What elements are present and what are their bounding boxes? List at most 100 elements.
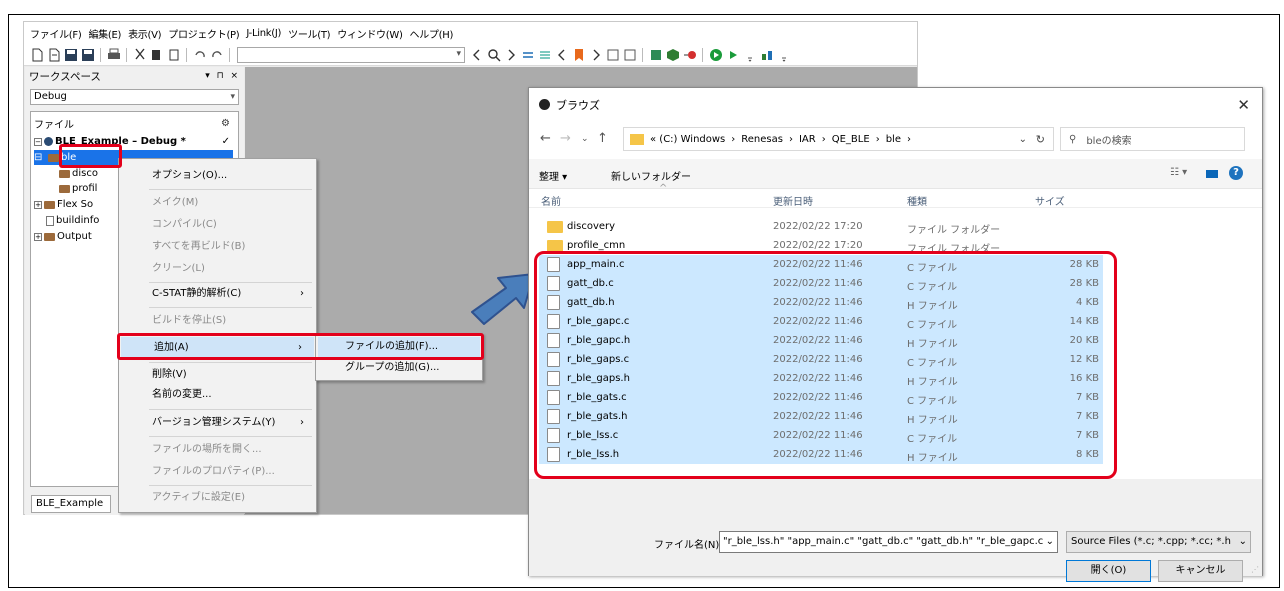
column-date[interactable]: 更新日時: [773, 193, 813, 208]
list-item-file[interactable]: gatt_db.c 2022/02/22 11:46 C ファイル 28 KB: [539, 274, 1103, 293]
debug-no-download-icon[interactable]: [726, 48, 740, 62]
forward-icon[interactable]: [504, 48, 518, 62]
tree-item-output[interactable]: + Output: [34, 229, 92, 244]
menu-help[interactable]: ヘルプ(H): [410, 26, 454, 41]
list-item-file[interactable]: r_ble_gaps.h 2022/02/22 11:46 H ファイル 16 KB: [539, 369, 1103, 388]
print-icon[interactable]: [107, 48, 121, 62]
menu-item-delete[interactable]: 削除(V): [119, 364, 316, 386]
close-icon[interactable]: ✕: [1237, 96, 1250, 114]
address-bar[interactable]: « (C:) Windows › Renesas › IAR › QE_BLE …: [623, 127, 1054, 151]
menu-item-cstat[interactable]: C-STAT静的解析(C) ›: [119, 283, 316, 305]
expand-icon[interactable]: +: [34, 232, 42, 241]
new-file-icon[interactable]: [30, 48, 44, 62]
build-icon[interactable]: [649, 48, 663, 62]
expand-icon[interactable]: +: [34, 200, 42, 209]
save-all-icon[interactable]: [81, 48, 95, 62]
menu-item-set-active[interactable]: アクティブに設定(E): [119, 487, 316, 509]
back-icon[interactable]: [555, 48, 569, 62]
navigate-icon[interactable]: [538, 48, 552, 62]
menu-tools[interactable]: ツール(T): [288, 26, 330, 41]
stop-build-icon[interactable]: [666, 48, 680, 62]
list-item-folder[interactable]: discovery 2022/02/22 17:20 ファイル フォルダー: [539, 217, 1103, 236]
menu-item-version-control[interactable]: バージョン管理システム(Y) ›: [119, 412, 316, 434]
menu-item-options[interactable]: オプション(O)...: [119, 165, 316, 187]
list-item-file[interactable]: r_ble_gapc.h 2022/02/22 11:46 H ファイル 20 KB: [539, 331, 1103, 350]
view-options-icon[interactable]: ☷ ▾: [1170, 167, 1187, 178]
chevron-down-icon[interactable]: ⌄: [1019, 134, 1027, 145]
forward-icon[interactable]: [589, 48, 603, 62]
filetype-select[interactable]: Source Files (*.c; *.cpp; *.cc; *.h ⌄: [1066, 531, 1251, 553]
undo-icon[interactable]: [193, 48, 207, 62]
breadcrumb-qe-ble[interactable]: QE_BLE: [832, 134, 870, 145]
new-folder-button[interactable]: 新しいフォルダー: [611, 168, 691, 183]
paste-icon[interactable]: [167, 48, 181, 62]
tree-item-profile[interactable]: profil: [59, 181, 97, 196]
breadcrumb-renesas[interactable]: Renesas: [741, 134, 783, 145]
menu-item-add-group[interactable]: グループの追加(G)...: [318, 358, 480, 378]
list-item-file[interactable]: r_ble_gaps.c 2022/02/22 11:46 C ファイル 12 KB: [539, 350, 1103, 369]
breadcrumb-iar[interactable]: IAR: [799, 134, 816, 145]
column-name[interactable]: 名前: [541, 193, 561, 208]
search-icon[interactable]: [487, 48, 501, 62]
breakpoint-icon[interactable]: [683, 48, 697, 62]
column-size[interactable]: サイズ: [1035, 193, 1065, 208]
help-icon[interactable]: ?: [1229, 166, 1243, 180]
compile-icon[interactable]: [606, 48, 620, 62]
up-arrow-icon[interactable]: ↑: [597, 131, 608, 146]
tree-item-flex[interactable]: + Flex So: [34, 197, 93, 212]
tab-workspace[interactable]: BLE_Example: [31, 495, 111, 513]
cut-icon[interactable]: [133, 48, 147, 62]
column-type[interactable]: 種類: [907, 193, 927, 208]
preview-pane-icon[interactable]: [1206, 170, 1218, 178]
make-icon[interactable]: [623, 48, 637, 62]
menu-item-open-location[interactable]: ファイルの場所を開く...: [119, 439, 316, 461]
menu-item-file-properties[interactable]: ファイルのプロパティ(P)...: [119, 461, 316, 483]
open-button[interactable]: 開く(O): [1066, 560, 1151, 582]
refresh-icon[interactable]: ↻: [1036, 133, 1045, 146]
goto-icon[interactable]: [521, 48, 535, 62]
chevron-down-icon[interactable]: ⌄: [1046, 532, 1054, 552]
toolbar-options-icon[interactable]: [743, 48, 757, 62]
menu-edit[interactable]: 編集(E): [88, 26, 121, 41]
menu-item-add[interactable]: 追加(A) ›: [121, 337, 314, 359]
menu-item-rebuild-all[interactable]: すべてを再ビルド(B): [119, 236, 316, 258]
list-item-file[interactable]: app_main.c 2022/02/22 11:46 C ファイル 28 KB: [539, 255, 1103, 274]
copy-icon[interactable]: [150, 48, 164, 62]
panel-controls-icon[interactable]: ▾ ⊓ ×: [205, 71, 240, 81]
recent-dropdown-icon[interactable]: ⌄: [581, 134, 589, 144]
list-item-file[interactable]: r_ble_gapc.c 2022/02/22 11:46 C ファイル 14 KB: [539, 312, 1103, 331]
toolbar-options-icon[interactable]: [777, 48, 791, 62]
list-item-file[interactable]: r_ble_gats.c 2022/02/22 11:46 C ファイル 7 KB: [539, 388, 1103, 407]
filename-input[interactable]: "r_ble_lss.h" "app_main.c" "gatt_db.c" "…: [719, 531, 1058, 553]
list-item-file[interactable]: r_ble_gats.h 2022/02/22 11:46 H ファイル 7 KB: [539, 407, 1103, 426]
menu-item-add-file[interactable]: ファイルの追加(F)...: [318, 337, 480, 357]
configuration-select[interactable]: Debug ▾: [30, 89, 239, 105]
menu-jlink[interactable]: J-Link(J): [246, 28, 281, 39]
menu-item-rename[interactable]: 名前の変更...: [119, 384, 316, 406]
gear-icon[interactable]: ⚙: [221, 118, 230, 129]
tree-item-discovery[interactable]: disco: [59, 166, 98, 181]
menu-window[interactable]: ウィンドウ(W): [337, 26, 403, 41]
breadcrumb-root[interactable]: « (C:) Windows: [650, 134, 725, 145]
find-combo[interactable]: [237, 46, 465, 63]
menu-item-clean[interactable]: クリーン(L): [119, 258, 316, 280]
collapse-icon[interactable]: −: [34, 137, 42, 146]
download-debug-icon[interactable]: [709, 48, 723, 62]
tree-item-project[interactable]: − BLE_Example – Debug * ✓: [34, 134, 234, 149]
layout-icon[interactable]: [760, 48, 774, 62]
cancel-button[interactable]: キャンセル: [1158, 560, 1243, 582]
menu-project[interactable]: プロジェクト(P): [168, 26, 239, 41]
menu-item-stop-build[interactable]: ビルドを停止(S): [119, 310, 316, 332]
new-workspace-icon[interactable]: [47, 48, 61, 62]
search-box[interactable]: ⚲ bleの検索: [1060, 127, 1245, 151]
list-item-file[interactable]: r_ble_lss.c 2022/02/22 11:46 C ファイル 7 KB: [539, 426, 1103, 445]
back-arrow-icon[interactable]: ←: [540, 131, 551, 146]
list-item-file[interactable]: r_ble_lss.h 2022/02/22 11:46 H ファイル 8 KB: [539, 445, 1103, 464]
menu-item-compile[interactable]: コンパイル(C): [119, 214, 316, 236]
list-item-folder[interactable]: profile_cmn 2022/02/22 17:20 ファイル フォルダー: [539, 236, 1103, 255]
menu-file[interactable]: ファイル(F): [30, 26, 82, 41]
save-icon[interactable]: [64, 48, 78, 62]
resize-grip-icon[interactable]: ⋰: [1251, 565, 1259, 574]
tree-item-buildinfo[interactable]: buildinfo: [46, 213, 99, 228]
menu-item-make[interactable]: メイク(M): [119, 192, 316, 214]
